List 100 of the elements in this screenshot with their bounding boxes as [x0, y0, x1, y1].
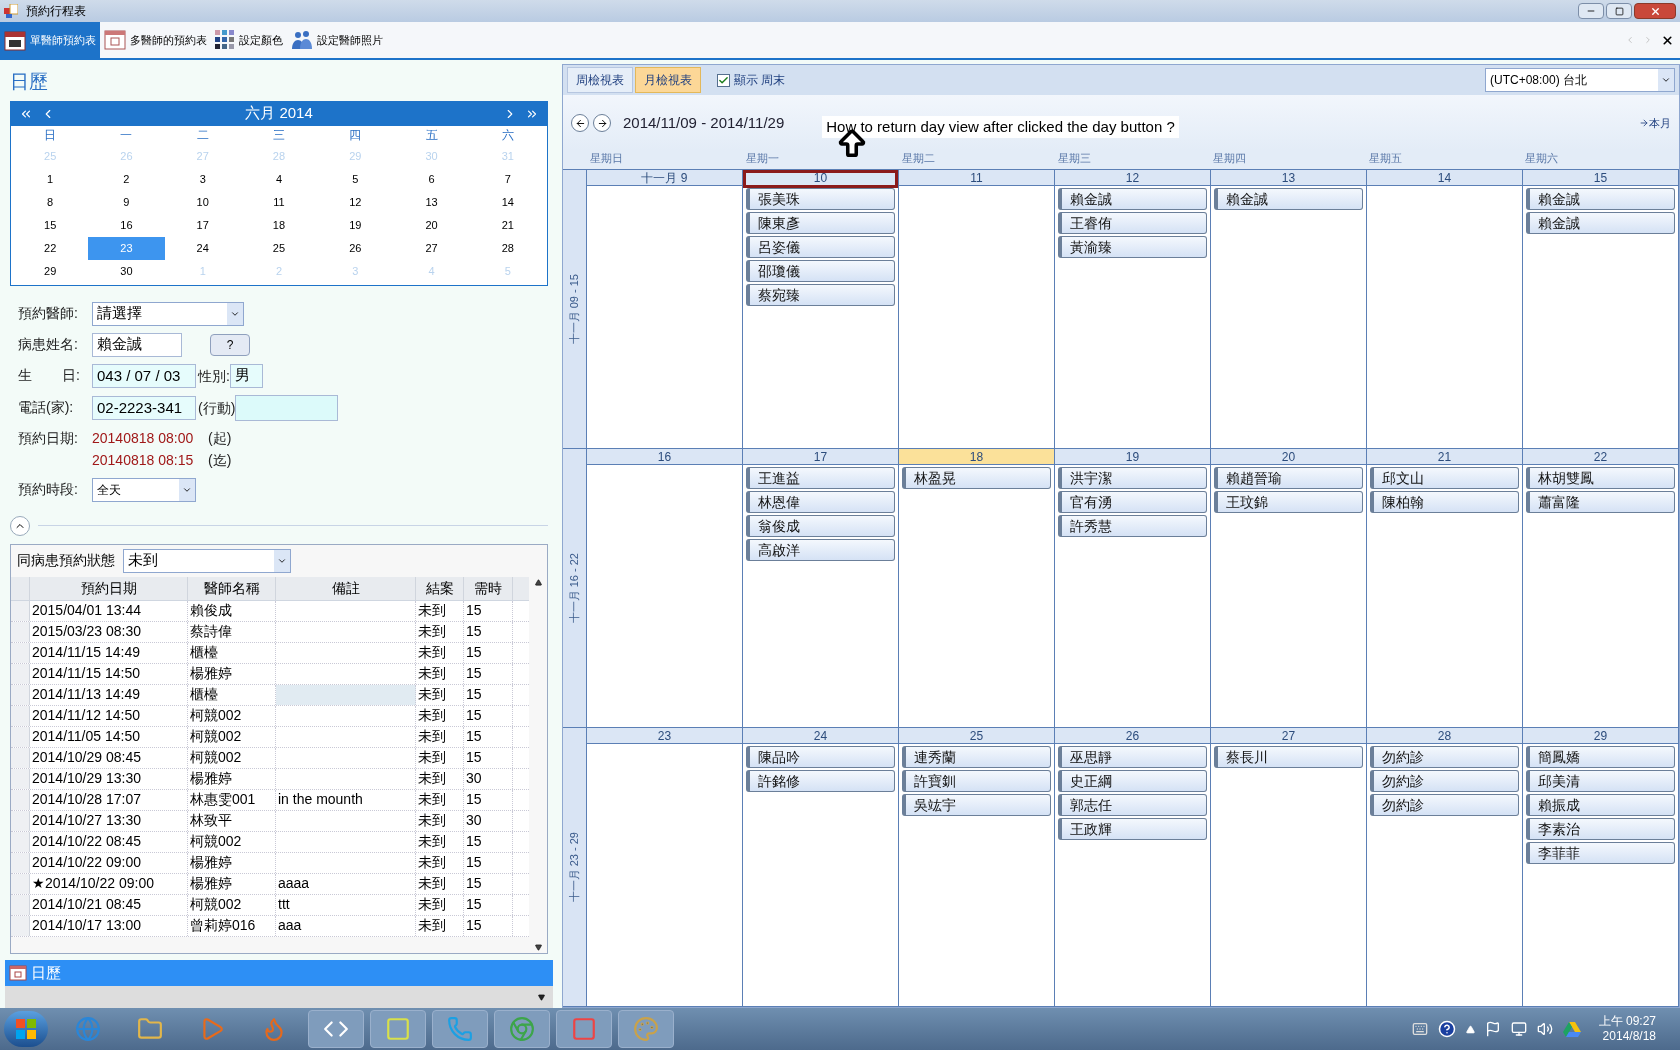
calendar-day[interactable]: 26 [317, 236, 394, 260]
appointment[interactable]: 許寶釧 [902, 770, 1051, 792]
calendar-day[interactable]: 13 [393, 190, 470, 214]
appointment[interactable]: 李菲菲 [1526, 842, 1675, 864]
calendar-day[interactable]: 17 [164, 213, 241, 237]
day-cell[interactable]: 十一月 9 [587, 170, 743, 448]
day-cell[interactable]: 10 張美珠 陳東彥 呂姿儀 邵瓊儀 蔡宛臻 [743, 170, 899, 448]
appointment[interactable]: 黃渝臻 [1058, 236, 1207, 258]
taskbar-app[interactable] [618, 1010, 674, 1048]
appointment[interactable]: 蔡宛臻 [746, 284, 895, 306]
column-header[interactable]: 備註 [276, 576, 416, 600]
day-header[interactable]: 21 [1367, 449, 1522, 465]
lookup-button[interactable]: ? [210, 333, 250, 356]
collapse-button[interactable] [10, 515, 30, 536]
appointment[interactable]: 郭志任 [1058, 794, 1207, 816]
appointment[interactable]: 吳竑宇 [902, 794, 1051, 816]
appointment[interactable]: 史正綱 [1058, 770, 1207, 792]
toolbar-tab[interactable]: 多醫師的預約表 [100, 22, 211, 58]
day-header[interactable]: 11 [899, 170, 1054, 186]
appointment[interactable]: 王玟錦 [1214, 491, 1363, 513]
calendar-day[interactable]: 10 [164, 190, 241, 214]
view-tab[interactable]: 周檢視表 [567, 67, 633, 93]
day-cell[interactable]: 14 [1367, 170, 1523, 448]
gender-field[interactable]: 男 [229, 363, 263, 388]
appointment[interactable]: 賴金誠 [1214, 188, 1363, 210]
appointment[interactable]: 林恩偉 [746, 491, 895, 513]
appointment[interactable]: 高啟洋 [746, 539, 895, 561]
calendar-day[interactable]: 29 [12, 259, 89, 283]
appointment[interactable]: 邱美清 [1526, 770, 1675, 792]
scroll-right-icon[interactable] [1643, 35, 1653, 45]
timezone-select[interactable]: (UTC+08:00) 台北 [1485, 68, 1675, 92]
previous-button[interactable] [571, 114, 589, 132]
volume-icon[interactable] [1536, 1021, 1553, 1037]
day-header[interactable]: 17 [743, 449, 898, 465]
calendar-day[interactable]: 15 [12, 213, 89, 237]
taskbar-app[interactable] [370, 1010, 426, 1048]
calendar-day[interactable]: 2 [88, 167, 165, 191]
day-header[interactable]: 16 [587, 449, 742, 465]
calendar-day[interactable]: 22 [12, 236, 89, 260]
checkbox[interactable] [717, 73, 730, 87]
home-phone-field[interactable]: 02-2223-341 [92, 395, 196, 420]
column-header[interactable]: 結案 [416, 576, 464, 600]
mobile-phone-field[interactable] [235, 394, 339, 421]
column-header[interactable]: 醫師名稱 [188, 576, 276, 600]
appointment[interactable]: 邵瓊儀 [746, 260, 895, 282]
calendar-day[interactable]: 16 [88, 213, 165, 237]
day-cell[interactable]: 15 賴金誠 賴金誠 [1523, 170, 1679, 448]
appointment[interactable]: 林盈晃 [902, 467, 1051, 489]
day-cell[interactable]: 16 [587, 449, 743, 727]
calendar-day[interactable]: 1 [12, 167, 89, 191]
appointment[interactable]: 陳品吟 [746, 746, 895, 768]
day-header[interactable]: 十一月 9 [587, 170, 742, 186]
appointment[interactable]: 蕭富隆 [1526, 491, 1675, 513]
day-cell[interactable]: 24 陳品吟 許銘修 [743, 728, 899, 1006]
start-button[interactable] [4, 1011, 48, 1047]
appointment[interactable]: 賴金誠 [1526, 188, 1675, 210]
appointment[interactable]: 陳東彥 [746, 212, 895, 234]
appointment[interactable]: 簡鳳嬌 [1526, 746, 1675, 768]
appointment[interactable]: 勿約診 [1370, 746, 1519, 768]
appointment[interactable]: 許銘修 [746, 770, 895, 792]
appointment[interactable]: 王睿侑 [1058, 212, 1207, 234]
patient-name-field[interactable]: 賴金誠 [92, 332, 182, 357]
calendar-day[interactable]: 6 [393, 167, 470, 191]
appointment[interactable]: 賴振成 [1526, 794, 1675, 816]
toolbar-tab[interactable]: 設定顏色 [211, 22, 287, 58]
day-header[interactable]: 24 [743, 728, 898, 744]
appointment[interactable]: 許秀慧 [1058, 515, 1207, 537]
calendar-day[interactable]: 28 [469, 236, 546, 260]
close-button[interactable] [1634, 3, 1676, 19]
calendar-day[interactable]: 9 [88, 190, 165, 214]
day-cell[interactable]: 26 巫思靜 史正綱 郭志任 王政輝 [1055, 728, 1211, 1006]
scroll-left-icon[interactable] [1625, 35, 1635, 45]
calendar-day[interactable]: 21 [469, 213, 546, 237]
calendar-day[interactable]: 19 [317, 213, 394, 237]
status-select[interactable]: 未到 [123, 548, 291, 573]
calendar-day[interactable]: 24 [164, 236, 241, 260]
calendar-day[interactable]: 18 [240, 213, 318, 237]
day-cell[interactable]: 11 [899, 170, 1055, 448]
day-cell[interactable]: 22 林胡雙鳳 蕭富隆 [1523, 449, 1679, 727]
day-header[interactable]: 29 [1523, 728, 1678, 744]
day-cell[interactable]: 21 邱文山 陳柏翰 [1367, 449, 1523, 727]
appointment[interactable]: 翁俊成 [746, 515, 895, 537]
maximize-button[interactable] [1606, 3, 1632, 19]
day-header[interactable]: 22 [1523, 449, 1678, 465]
day-header[interactable]: 20 [1211, 449, 1366, 465]
appointment[interactable]: 官有湧 [1058, 491, 1207, 513]
toolbar-tab[interactable]: 設定醫師照片 [287, 22, 387, 58]
day-header[interactable]: 12 [1055, 170, 1210, 186]
appointment[interactable]: 呂姿儀 [746, 236, 895, 258]
appointment[interactable]: 賴金誠 [1526, 212, 1675, 234]
taskbar-app[interactable] [432, 1010, 488, 1048]
day-cell[interactable]: 27 蔡長川 [1211, 728, 1367, 1006]
day-cell[interactable]: 17 王進益 林恩偉 翁俊成 高啟洋 [743, 449, 899, 727]
next-button[interactable] [593, 114, 611, 132]
scroll-up-icon[interactable] [534, 578, 542, 586]
day-header[interactable]: 18 [899, 449, 1054, 465]
appointment[interactable]: 林胡雙鳳 [1526, 467, 1675, 489]
day-header[interactable]: 23 [587, 728, 742, 744]
appointment[interactable]: 王進益 [746, 467, 895, 489]
calendar-day[interactable]: 14 [469, 190, 546, 214]
